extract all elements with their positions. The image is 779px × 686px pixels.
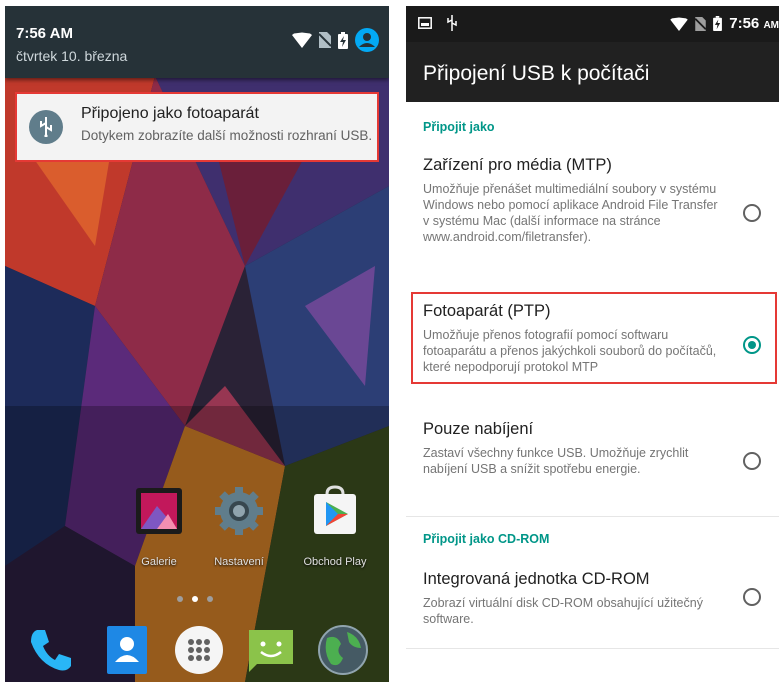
notification-text: Dotykem zobrazíte další možnosti rozhran… — [81, 128, 373, 143]
app-label-settings: Nastavení — [214, 556, 264, 568]
app-gallery[interactable]: Galerie — [119, 484, 199, 568]
option-description: Umožňuje přenos fotografií pomocí softwa… — [423, 328, 717, 374]
app-label-gallery: Galerie — [141, 556, 177, 568]
app-play-store[interactable]: Obchod Play — [295, 484, 375, 568]
page-indicator — [177, 596, 213, 602]
page-dot — [177, 596, 183, 602]
option-title: Zařízení pro média (MTP) — [423, 156, 612, 174]
section-header-cdrom: Připojit jako CD-ROM — [423, 532, 550, 546]
radio-cdrom[interactable] — [743, 588, 761, 606]
battery-charging-icon — [713, 16, 723, 31]
radio-ptp[interactable] — [743, 336, 761, 354]
page-dot-active — [192, 596, 198, 602]
no-sim-icon — [319, 32, 331, 48]
settings-icon — [215, 487, 263, 535]
app-settings[interactable]: Nastavení — [199, 484, 279, 568]
app-drawer-icon[interactable] — [171, 622, 227, 678]
radio-charge-only[interactable] — [743, 452, 761, 470]
battery-charging-icon — [338, 31, 348, 49]
play-store-icon — [314, 485, 356, 534]
notification-title: Připojeno jako fotoaparát — [81, 105, 259, 122]
app-bar: Připojení USB k počítači — [406, 42, 779, 102]
wifi-icon — [670, 16, 688, 31]
usb-settings-screen: 7:56 AM Připojení USB k počítači Připoji… — [406, 6, 779, 682]
option-description: Umožňuje přenášet multimediální soubory … — [423, 182, 718, 244]
clock-ampm: AM — [763, 20, 779, 31]
messaging-icon[interactable] — [243, 622, 299, 678]
wifi-icon — [292, 32, 312, 48]
usb-notification[interactable]: Připojeno jako fotoaparát Dotykem zobraz… — [15, 92, 379, 162]
usb-icon — [447, 15, 457, 31]
option-mtp[interactable]: Zařízení pro média (MTP) Umožňuje přenáš… — [406, 150, 779, 270]
clock: 7:56 AM — [729, 15, 779, 32]
account-icon[interactable] — [355, 28, 379, 52]
page-title: Připojení USB k počítači — [423, 62, 650, 85]
option-description: Zastaví všechny funkce USB. Umožňuje zry… — [423, 446, 689, 476]
option-title: Integrovaná jednotka CD-ROM — [423, 570, 650, 588]
contacts-icon[interactable] — [99, 622, 155, 678]
gallery-icon — [136, 488, 182, 534]
screenshot-icon — [418, 17, 432, 29]
home-screen: 7:56 AM čtvrtek 10. března Připojeno jak… — [5, 6, 389, 682]
option-charge-only[interactable]: Pouze nabíjení Zastaví všechny funkce US… — [406, 414, 779, 498]
list-divider — [406, 648, 779, 649]
no-sim-icon — [695, 16, 707, 31]
usb-icon — [29, 110, 63, 144]
option-ptp[interactable]: Fotoaparát (PTP) Umožňuje přenos fotogra… — [406, 296, 779, 382]
option-title: Fotoaparát (PTP) — [423, 302, 551, 320]
page-dot — [207, 596, 213, 602]
option-title: Pouze nabíjení — [423, 420, 534, 438]
app-label-play-store: Obchod Play — [303, 556, 367, 568]
section-header-connect-as: Připojit jako — [423, 120, 495, 134]
date-label[interactable]: čtvrtek 10. března — [16, 48, 127, 64]
notification-shade-header[interactable]: 7:56 AM čtvrtek 10. března — [5, 6, 389, 78]
section-divider — [406, 516, 779, 517]
option-cdrom[interactable]: Integrovaná jednotka CD-ROM Zobrazí virt… — [406, 564, 779, 634]
browser-icon[interactable] — [315, 622, 371, 678]
phone-icon[interactable] — [23, 622, 79, 678]
radio-mtp[interactable] — [743, 204, 761, 222]
clock: 7:56 AM — [16, 25, 73, 42]
status-bar: 7:56 AM — [406, 6, 779, 42]
option-description: Zobrazí virtuální disk CD-ROM obsahující… — [423, 596, 703, 626]
